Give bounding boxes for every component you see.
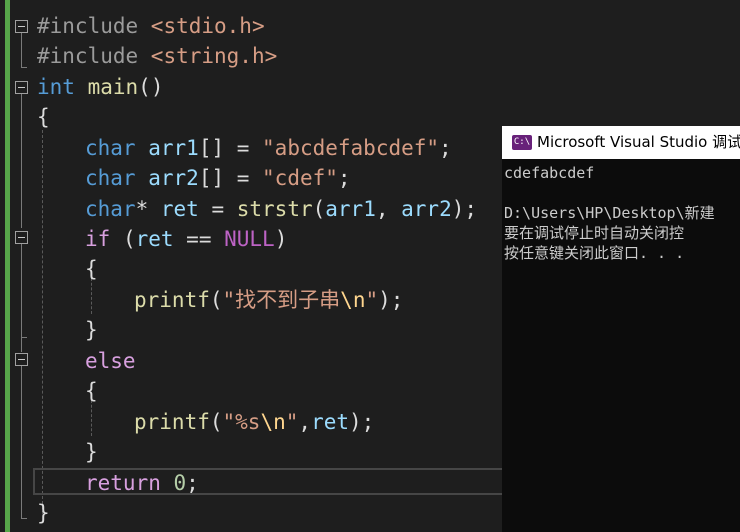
punctuation: , xyxy=(298,410,312,434)
control-keyword: else xyxy=(85,349,136,373)
brace: } xyxy=(85,440,98,464)
variable: ret xyxy=(135,227,174,251)
punctuation: , xyxy=(375,197,402,221)
visual-studio-console-icon: C:\ xyxy=(512,135,532,150)
collapse-include-icon[interactable] xyxy=(15,20,28,33)
fold-end xyxy=(21,518,27,519)
code-line[interactable]: return 0; xyxy=(85,468,199,498)
brace: { xyxy=(85,257,98,281)
string-literal: " xyxy=(365,288,379,312)
type-keyword: char xyxy=(85,166,136,190)
fold-line xyxy=(21,366,22,518)
function-name: main xyxy=(87,75,139,99)
punctuation: ( xyxy=(209,288,223,312)
function-name: printf xyxy=(134,410,210,434)
fold-line xyxy=(21,94,22,228)
code-line[interactable]: #include <stdio.h> xyxy=(37,11,265,41)
control-keyword: if xyxy=(85,227,111,251)
collapse-if-icon[interactable] xyxy=(15,231,28,244)
fold-line xyxy=(21,338,22,352)
console-output-line: 要在调试停止时自动关闭控 xyxy=(504,224,685,242)
code-line[interactable]: printf("找不到子串\n"); xyxy=(134,285,403,315)
variable: arr2 xyxy=(148,166,199,190)
punctuation: ( xyxy=(110,227,136,251)
fold-line xyxy=(21,33,22,67)
code-line[interactable]: char arr1[] = "abcdefabcdef"; xyxy=(85,133,452,163)
variable: ret xyxy=(160,197,199,221)
console-output-line: cdefabcdef xyxy=(504,164,595,182)
type-keyword: char xyxy=(85,197,136,221)
number-literal: 0 xyxy=(173,471,187,495)
string-literal: " xyxy=(285,410,299,434)
console-output-line: D:\Users\HP\Desktop\新建 xyxy=(504,204,715,222)
code-line[interactable]: } xyxy=(37,498,50,528)
fold-end xyxy=(21,67,27,68)
code-line[interactable]: int main() xyxy=(37,72,163,102)
code-line[interactable]: } xyxy=(85,437,98,467)
type-keyword: char xyxy=(85,136,136,160)
code-line[interactable]: } xyxy=(85,315,98,345)
include-header: <stdio.h> xyxy=(150,14,265,38)
console-title: Microsoft Visual Studio 调试 xyxy=(537,133,740,151)
punctuation: ); xyxy=(451,197,478,221)
variable: arr1 xyxy=(148,136,199,160)
punctuation: () xyxy=(138,75,164,99)
control-keyword: return xyxy=(85,471,161,495)
code-line[interactable]: char arr2[] = "cdef"; xyxy=(85,163,351,193)
debug-console-window[interactable]: C:\ Microsoft Visual Studio 调试 cdefabcde… xyxy=(502,126,740,532)
function-name: strstr xyxy=(236,197,313,221)
console-title-bar[interactable]: C:\ Microsoft Visual Studio 调试 xyxy=(502,126,740,159)
brace: } xyxy=(85,318,98,342)
brace: } xyxy=(37,501,50,525)
code-line[interactable]: { xyxy=(37,102,50,132)
variable: ret xyxy=(311,410,349,434)
fold-line xyxy=(21,244,22,337)
punctuation: ) xyxy=(274,227,288,251)
punctuation: [] = xyxy=(198,136,263,160)
preprocessor-directive: #include xyxy=(37,44,151,68)
brace: { xyxy=(37,105,50,129)
code-line[interactable]: #include <string.h> xyxy=(37,41,277,71)
saved-change-bar xyxy=(5,0,10,532)
string-literal: "找不到子串 xyxy=(222,288,341,312)
string-literal: "%s xyxy=(222,410,261,434)
code-line[interactable]: if (ret == NULL) xyxy=(85,224,287,254)
escape-sequence: \n xyxy=(340,288,366,312)
variable: arr2 xyxy=(401,197,452,221)
code-line[interactable]: { xyxy=(85,254,98,284)
brace: { xyxy=(85,379,98,403)
punctuation: ; xyxy=(439,136,452,160)
include-header: <string.h> xyxy=(150,44,278,68)
punctuation: [] = xyxy=(198,166,263,190)
code-line[interactable]: else xyxy=(85,346,136,376)
console-output-line: 按任意键关闭此窗口. . . xyxy=(504,244,685,262)
keyword: int xyxy=(37,75,75,99)
escape-sequence: \n xyxy=(260,410,286,434)
punctuation: * xyxy=(135,197,161,221)
punctuation: = xyxy=(198,197,237,221)
variable: arr1 xyxy=(325,197,376,221)
string-literal: "cdef" xyxy=(262,166,338,190)
collapse-else-icon[interactable] xyxy=(15,353,28,366)
collapse-main-icon[interactable] xyxy=(15,81,28,94)
punctuation: ); xyxy=(349,410,375,434)
indent-guide xyxy=(42,130,43,514)
macro: NULL xyxy=(224,227,275,251)
code-line[interactable]: printf("%s\n",ret); xyxy=(134,407,374,437)
code-line[interactable]: { xyxy=(85,376,98,406)
punctuation: ( xyxy=(209,410,223,434)
string-literal: "abcdefabcdef" xyxy=(262,136,440,160)
punctuation: ; xyxy=(337,166,351,190)
preprocessor-directive: #include xyxy=(37,14,151,38)
punctuation: ); xyxy=(378,288,404,312)
change-tracking-margin xyxy=(0,0,10,532)
operator: == xyxy=(173,227,225,251)
code-line[interactable]: char* ret = strstr(arr1, arr2); xyxy=(85,194,477,224)
function-name: printf xyxy=(134,288,210,312)
punctuation: ; xyxy=(186,471,199,495)
